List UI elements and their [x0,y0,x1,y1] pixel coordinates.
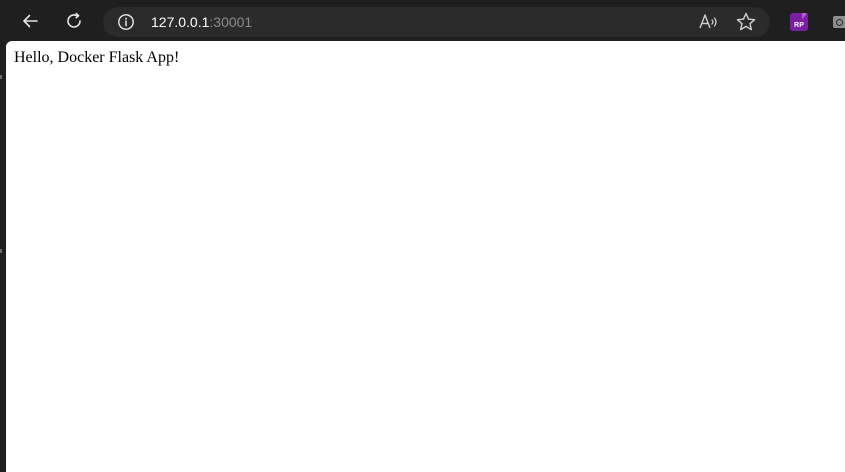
url-port: :30001 [209,14,253,30]
read-aloud-button[interactable] [697,11,719,33]
favorite-button[interactable] [735,11,757,33]
star-icon [736,12,756,31]
site-info-button[interactable] [117,13,135,31]
refresh-icon [67,12,81,28]
info-icon [118,14,134,30]
window-edge-mark [0,75,2,79]
refresh-button[interactable] [58,5,90,37]
page-body-text: Hello, Docker Flask App! [14,49,180,66]
rp-extension-fold [802,13,808,19]
rp-extension-button[interactable]: RP [790,13,808,31]
read-aloud-icon [699,14,717,29]
url-host: 127.0.0.1 [151,14,210,30]
browser-toolbar: 127.0.0.1:30001 RP [0,0,845,41]
page-viewport: Hello, Docker Flask App! [6,41,845,472]
rp-extension-label: RP [793,22,805,29]
window-edge-mark [0,249,2,253]
url-text[interactable]: 127.0.0.1:30001 [151,13,252,31]
extension-icon[interactable] [833,16,845,28]
browser-window: 127.0.0.1:30001 RP Hello, Docker Flask A… [0,0,845,472]
address-bar[interactable]: 127.0.0.1:30001 [103,7,770,37]
back-button[interactable] [14,5,46,37]
back-arrow-icon [23,14,38,28]
